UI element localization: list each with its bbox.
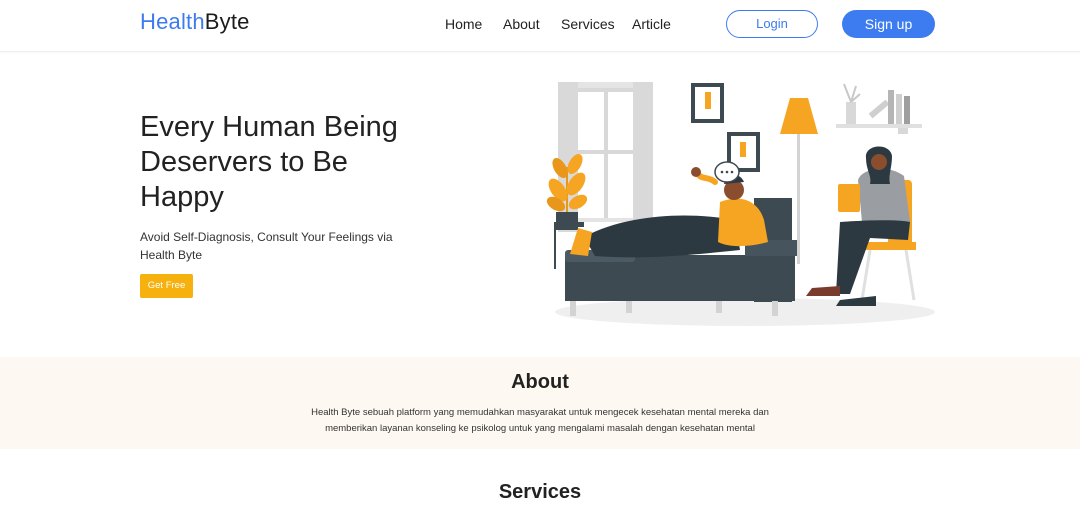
window-illustration [558,82,653,232]
get-free-button[interactable]: Get Free [140,274,193,298]
brand-logo[interactable]: HealthByte [140,9,250,35]
hero-title: Every Human Being Deservers to Be Happy [140,111,398,213]
about-section: About Health Byte sebuah platform yang m… [0,357,1080,449]
nav-link-about[interactable]: About [503,16,540,32]
about-description: Health Byte sebuah platform yang memudah… [311,407,769,434]
nav-link-services[interactable]: Services [561,16,615,32]
brand-part-byte: Byte [204,9,250,34]
signup-button[interactable]: Sign up [842,10,935,38]
hero-subtitle: Avoid Self-Diagnosis, Consult Your Feeli… [140,230,393,262]
therapy-session-illustration [546,82,935,326]
navbar: HealthByte Home About Services Article L… [0,0,1080,52]
therapist-figure [806,146,910,306]
services-title: Services [498,481,582,503]
login-button[interactable]: Login [726,10,818,38]
nav-link-article[interactable]: Article [632,16,671,32]
wall-shelf [836,83,922,134]
wall-frames [691,83,760,172]
about-title: About [511,371,569,393]
nav-link-home[interactable]: Home [445,16,482,32]
brand-part-health: Health [140,9,205,34]
